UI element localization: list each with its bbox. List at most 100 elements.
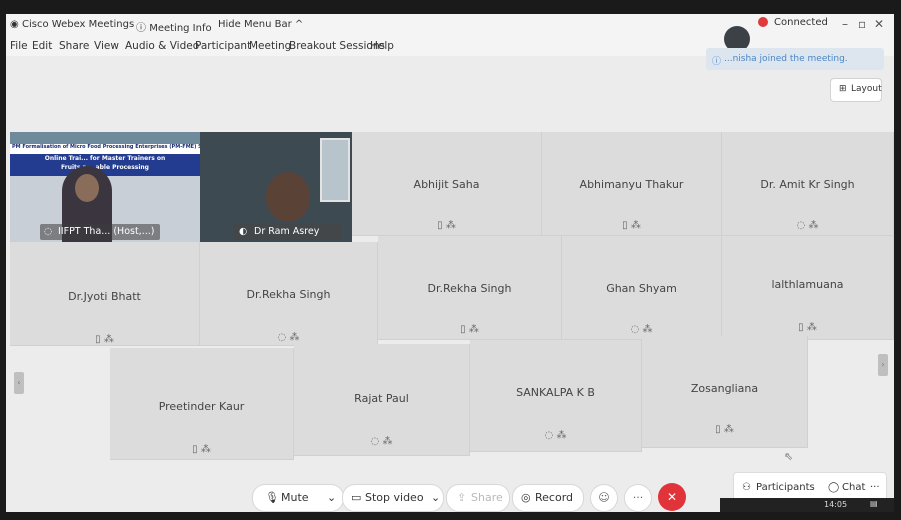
participant-name: lalthlamuana (771, 278, 844, 291)
camera-icon: ▭ (351, 491, 362, 504)
menu-share[interactable]: Share (59, 40, 89, 52)
share-icon: ⇪ (457, 491, 467, 504)
host-mic-icon: ◌ (44, 226, 53, 237)
participant-name: Zosangliana (690, 382, 759, 395)
ram-asrey-video-tile[interactable]: ◐ Dr Ram Asrey (200, 132, 352, 242)
microphone-icon: 🎙 (265, 491, 279, 504)
participant-status-icons: ▯ ⁂ (437, 220, 456, 231)
share-button[interactable]: ⇪ Share (446, 484, 510, 512)
video-chevron-down-icon[interactable]: ⌄ (431, 491, 440, 504)
participant-tile[interactable]: Abhimanyu Thakur ▯ ⁂ (542, 132, 722, 236)
end-call-icon[interactable]: ✕ (658, 483, 686, 511)
menu-audio-video[interactable]: Audio & Video (125, 40, 199, 52)
join-notification: ⓘ ...nisha joined the meeting. (706, 48, 884, 70)
ram-asrey-name-label: ◐ Dr Ram Asrey (234, 224, 342, 240)
hide-menu-bar-button[interactable]: Hide Menu Bar ^ (218, 19, 303, 30)
mouse-cursor-icon: ⇖ (784, 450, 794, 463)
close-icon[interactable]: ✕ (874, 17, 884, 31)
participant-tile[interactable]: SANKALPA K B ◌ ⁂ (470, 340, 642, 452)
slide-title-line1: Online Trai... for Master Trainers on (44, 155, 166, 162)
host-video-tile[interactable]: PM Formalisation of Micro Food Processin… (10, 132, 200, 242)
panel-more-icon[interactable]: ··· (870, 482, 880, 493)
participant-name: SANKALPA K B (516, 386, 595, 399)
slide-title-line2: Fruits a... able Processing (61, 164, 149, 171)
participant-name: Dr.Rekha Singh (427, 282, 512, 295)
notification-text: ...nisha joined the meeting. (724, 54, 848, 64)
background-window (320, 138, 350, 202)
record-icon: ◎ (521, 491, 531, 504)
participant-tile[interactable]: Dr.Rekha Singh ▯ ⁂ (378, 236, 562, 340)
scroll-right-arrow-icon[interactable]: › (878, 354, 888, 376)
mute-chevron-down-icon[interactable]: ⌄ (327, 491, 336, 504)
ram-asrey-person (266, 172, 310, 222)
connection-status: Connected (758, 17, 828, 28)
menu-participant[interactable]: Participant (195, 40, 251, 52)
participant-tile[interactable]: Abhijit Saha ▯ ⁂ (352, 132, 542, 236)
mute-button[interactable]: 🎙 Mute ⌄ (252, 484, 344, 512)
webex-window: ◉ Cisco Webex Meetings ⓘ Meeting Info Hi… (6, 14, 894, 512)
title-bar: ◉ Cisco Webex Meetings ⓘ Meeting Info Hi… (6, 14, 894, 36)
app-title: Cisco Webex Meetings (22, 19, 135, 30)
ram-asrey-name: Dr Ram Asrey (254, 226, 320, 237)
grid-layout-icon: ⊞ (839, 84, 847, 94)
minimize-icon[interactable]: – (842, 17, 848, 31)
record-label: Record (535, 491, 574, 504)
participant-tile[interactable]: lalthlamuana ▯ ⁂ (722, 236, 894, 340)
participant-name: Preetinder Kaur (158, 400, 245, 413)
participant-tile[interactable]: Dr. Amit Kr Singh ◌ ⁂ (722, 132, 894, 236)
menu-meeting[interactable]: Meeting (249, 40, 291, 52)
participant-name: Abhijit Saha (413, 178, 480, 191)
meeting-info-button[interactable]: ⓘ Meeting Info (136, 19, 212, 34)
layout-label: Layout (851, 84, 882, 94)
reactions-icon[interactable]: ☺ (590, 484, 618, 512)
participant-status-icons: ◌ ⁂ (796, 220, 819, 231)
meeting-info-label: Meeting Info (149, 23, 212, 34)
participant-status-icons: ◌ ⁂ (277, 332, 300, 343)
participant-tile[interactable]: Preetinder Kaur ▯ ⁂ (110, 348, 294, 460)
menu-file[interactable]: File (10, 40, 28, 52)
participant-status-icons: ▯ ⁂ (798, 322, 817, 333)
chat-icon: ◯ (828, 482, 840, 493)
participant-tile[interactable]: Dr.Rekha Singh ◌ ⁂ (200, 242, 378, 346)
participants-icon: ⚇ (742, 482, 751, 493)
participant-status-icons: ▯ ⁂ (460, 324, 479, 335)
participant-name: Abhimanyu Thakur (579, 178, 684, 191)
participant-status-icons: ▯ ⁂ (95, 334, 114, 345)
participant-status-icons: ▯ ⁂ (622, 220, 641, 231)
host-name-label: ◌ IIFPT Tha... (Host,...) (40, 224, 160, 240)
participant-tile[interactable]: Zosangliana ▯ ⁂ (642, 336, 808, 448)
stop-video-label: Stop video (365, 491, 424, 504)
participant-status-icons: ▯ ⁂ (192, 444, 211, 455)
webex-logo-icon: ◉ (10, 19, 19, 30)
participant-name: Dr. Amit Kr Singh (760, 178, 855, 191)
participant-status-icons: ◌ ⁂ (370, 436, 393, 447)
notifications-icon[interactable]: ▤ (870, 499, 878, 508)
participant-tile[interactable]: Rajat Paul ◌ ⁂ (294, 344, 470, 456)
menu-help[interactable]: Help (370, 40, 394, 52)
record-button[interactable]: ◎ Record (512, 484, 584, 512)
os-taskbar: 14:05 ▤ (720, 498, 894, 512)
more-options-icon[interactable]: ··· (624, 484, 652, 512)
ram-asrey-mic-icon: ◐ (239, 226, 248, 237)
menu-edit[interactable]: Edit (32, 40, 52, 52)
taskbar-clock: 14:05 (824, 500, 848, 509)
host-face (75, 174, 99, 202)
host-name: IIFPT Tha... (Host,...) (58, 226, 155, 237)
restore-icon[interactable]: ▫ (858, 17, 866, 31)
menu-view[interactable]: View (94, 40, 119, 52)
participant-tile[interactable]: Dr.Jyoti Bhatt ▯ ⁂ (10, 242, 200, 346)
participant-status-icons: ◌ ⁂ (630, 324, 653, 335)
chat-button[interactable]: Chat (842, 482, 865, 493)
slide-header: PM Formalisation of Micro Food Processin… (10, 144, 200, 154)
layout-button[interactable]: ⊞ Layout (830, 78, 882, 102)
scroll-left-arrow-icon[interactable]: ‹ (14, 372, 24, 394)
participants-button[interactable]: Participants (756, 482, 815, 493)
participant-status-icons: ◌ ⁂ (544, 430, 567, 441)
mute-label: Mute (281, 491, 309, 504)
info-icon: ⓘ (712, 57, 722, 67)
participant-name: Rajat Paul (354, 392, 409, 405)
participant-tile[interactable]: Ghan Shyam ◌ ⁂ (562, 236, 722, 340)
connected-label: Connected (774, 17, 828, 28)
stop-video-button[interactable]: ▭ Stop video ⌄ (342, 484, 444, 512)
participant-name: Ghan Shyam (606, 282, 677, 295)
